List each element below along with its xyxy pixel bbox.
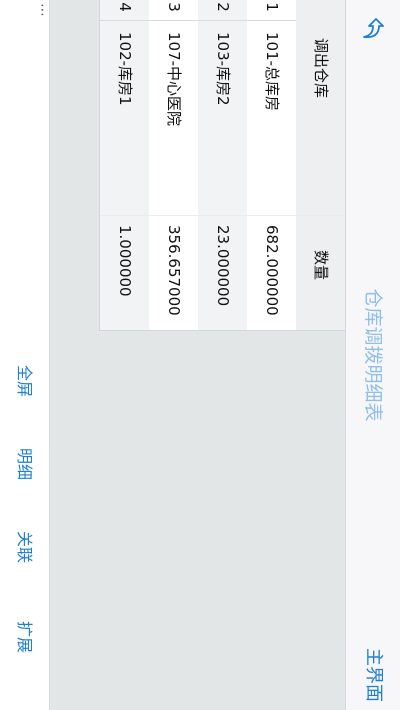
page-title: 仓库调拨明细表	[362, 288, 384, 422]
fullscreen-button[interactable]: 全屏	[0, 365, 49, 397]
link-button[interactable]: 关联	[0, 531, 49, 563]
quantity-cell: 682.000000	[263, 225, 281, 316]
row-index: 4	[116, 2, 134, 12]
report-content: 调出仓库 数量 1 101-总库房 682.000000 2 103-库房2 2…	[50, 0, 345, 710]
row-index: 3	[165, 2, 183, 12]
table-row[interactable]: 4 102-库房1 1.000000	[100, 0, 149, 330]
grid-header-row: 调出仓库 数量	[296, 0, 345, 330]
warehouse-cell: 103-库房2	[214, 32, 232, 106]
back-button[interactable]	[354, 8, 392, 48]
bottom-toolbar: ⋯ 全屏 明细 关联 扩展	[0, 0, 50, 710]
nav-bar: 仓库调拨明细表 主界面	[345, 0, 400, 710]
detail-button[interactable]: 明细	[0, 448, 49, 480]
row-index: 2	[214, 2, 232, 12]
home-button[interactable]: 主界面	[346, 648, 400, 702]
header-warehouse[interactable]: 调出仓库	[296, 20, 345, 195]
table-row[interactable]: 2 103-库房2 23.000000	[198, 0, 247, 330]
header-quantity[interactable]: 数量	[296, 215, 345, 330]
quantity-cell: 1.000000	[116, 225, 134, 297]
warehouse-cell: 107-中心医院	[165, 32, 183, 127]
back-arrow-icon	[363, 18, 384, 39]
data-grid: 调出仓库 数量 1 101-总库房 682.000000 2 103-库房2 2…	[99, 0, 345, 331]
warehouse-cell: 102-库房1	[116, 32, 134, 106]
more-options-icon[interactable]: ⋯	[33, 3, 50, 17]
index-column-divider	[100, 20, 296, 21]
header-index-cell	[296, 0, 345, 14]
table-row[interactable]: 3 107-中心医院 356.657000	[149, 0, 198, 330]
column-divider	[100, 215, 345, 216]
table-row[interactable]: 1 101-总库房 682.000000	[247, 0, 296, 330]
warehouse-cell: 101-总库房	[263, 32, 281, 112]
rotated-screen: 仓库调拨明细表 主界面 调出仓库 数量 1 101-总库房 682.000000…	[0, 0, 400, 710]
expand-button[interactable]: 扩展	[0, 621, 49, 653]
quantity-cell: 356.657000	[165, 225, 183, 316]
row-index: 1	[263, 2, 281, 12]
quantity-cell: 23.000000	[214, 225, 232, 307]
